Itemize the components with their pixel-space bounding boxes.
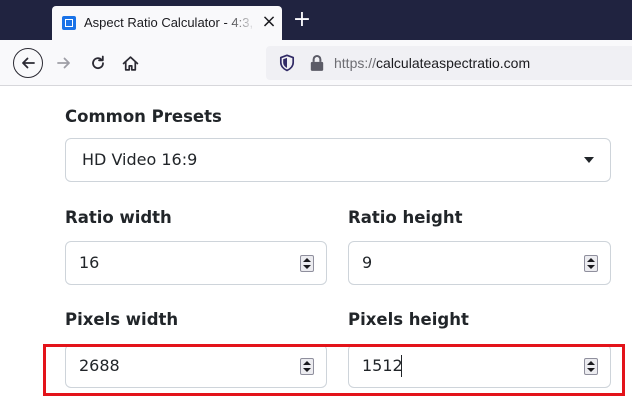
- calculator-form: Common Presets HD Video 16:9 Ratio width…: [0, 86, 632, 406]
- presets-selected-value: HD Video 16:9: [82, 150, 198, 169]
- reload-icon: [92, 55, 104, 70]
- reload-button[interactable]: [84, 49, 112, 77]
- home-icon: [122, 55, 138, 71]
- url-scheme: https://: [334, 55, 377, 71]
- presets-label: Common Presets: [65, 107, 222, 126]
- dropdown-caret-icon: [584, 157, 594, 163]
- tab-title: Aspect Ratio Calculator - 4:3, 16: [84, 15, 256, 30]
- calculator-favicon-icon: [62, 16, 76, 30]
- forward-arrow-icon: [57, 57, 70, 69]
- ratio-height-label: Ratio height: [348, 208, 463, 227]
- browser-tab-strip: Aspect Ratio Calculator - 4:3, 16 × +: [0, 0, 632, 40]
- close-tab-icon[interactable]: ×: [259, 11, 279, 33]
- stepper-down-icon[interactable]: [587, 265, 595, 269]
- url-text[interactable]: https://calculateaspectratio.com: [334, 54, 530, 72]
- ratio-width-stepper[interactable]: [300, 255, 314, 272]
- stepper-up-icon[interactable]: [587, 258, 595, 262]
- back-button[interactable]: [13, 48, 43, 78]
- highlight-box: [43, 344, 625, 396]
- home-button[interactable]: [116, 49, 144, 77]
- ratio-width-value: 16: [79, 253, 100, 272]
- new-tab-icon[interactable]: +: [290, 8, 314, 32]
- ratio-height-input[interactable]: 9: [348, 241, 611, 285]
- presets-select[interactable]: HD Video 16:9: [65, 138, 611, 182]
- pixels-height-label: Pixels height: [348, 310, 469, 329]
- ratio-height-stepper[interactable]: [584, 255, 598, 272]
- browser-toolbar: https://calculateaspectratio.com: [0, 40, 632, 86]
- ratio-width-label: Ratio width: [65, 208, 172, 227]
- tracking-protection-shield-icon[interactable]: [278, 54, 296, 72]
- browser-tab[interactable]: Aspect Ratio Calculator - 4:3, 16 ×: [52, 6, 282, 40]
- stepper-down-icon[interactable]: [303, 265, 311, 269]
- forward-button[interactable]: [50, 49, 78, 77]
- address-bar[interactable]: https://calculateaspectratio.com: [266, 46, 632, 80]
- stepper-up-icon[interactable]: [303, 258, 311, 262]
- ratio-height-value: 9: [362, 253, 373, 272]
- pixels-width-label: Pixels width: [65, 310, 179, 329]
- lock-icon[interactable]: [309, 54, 325, 72]
- back-arrow-icon: [22, 57, 35, 69]
- url-domain: calculateaspectratio.com: [376, 55, 531, 71]
- ratio-width-input[interactable]: 16: [65, 241, 327, 285]
